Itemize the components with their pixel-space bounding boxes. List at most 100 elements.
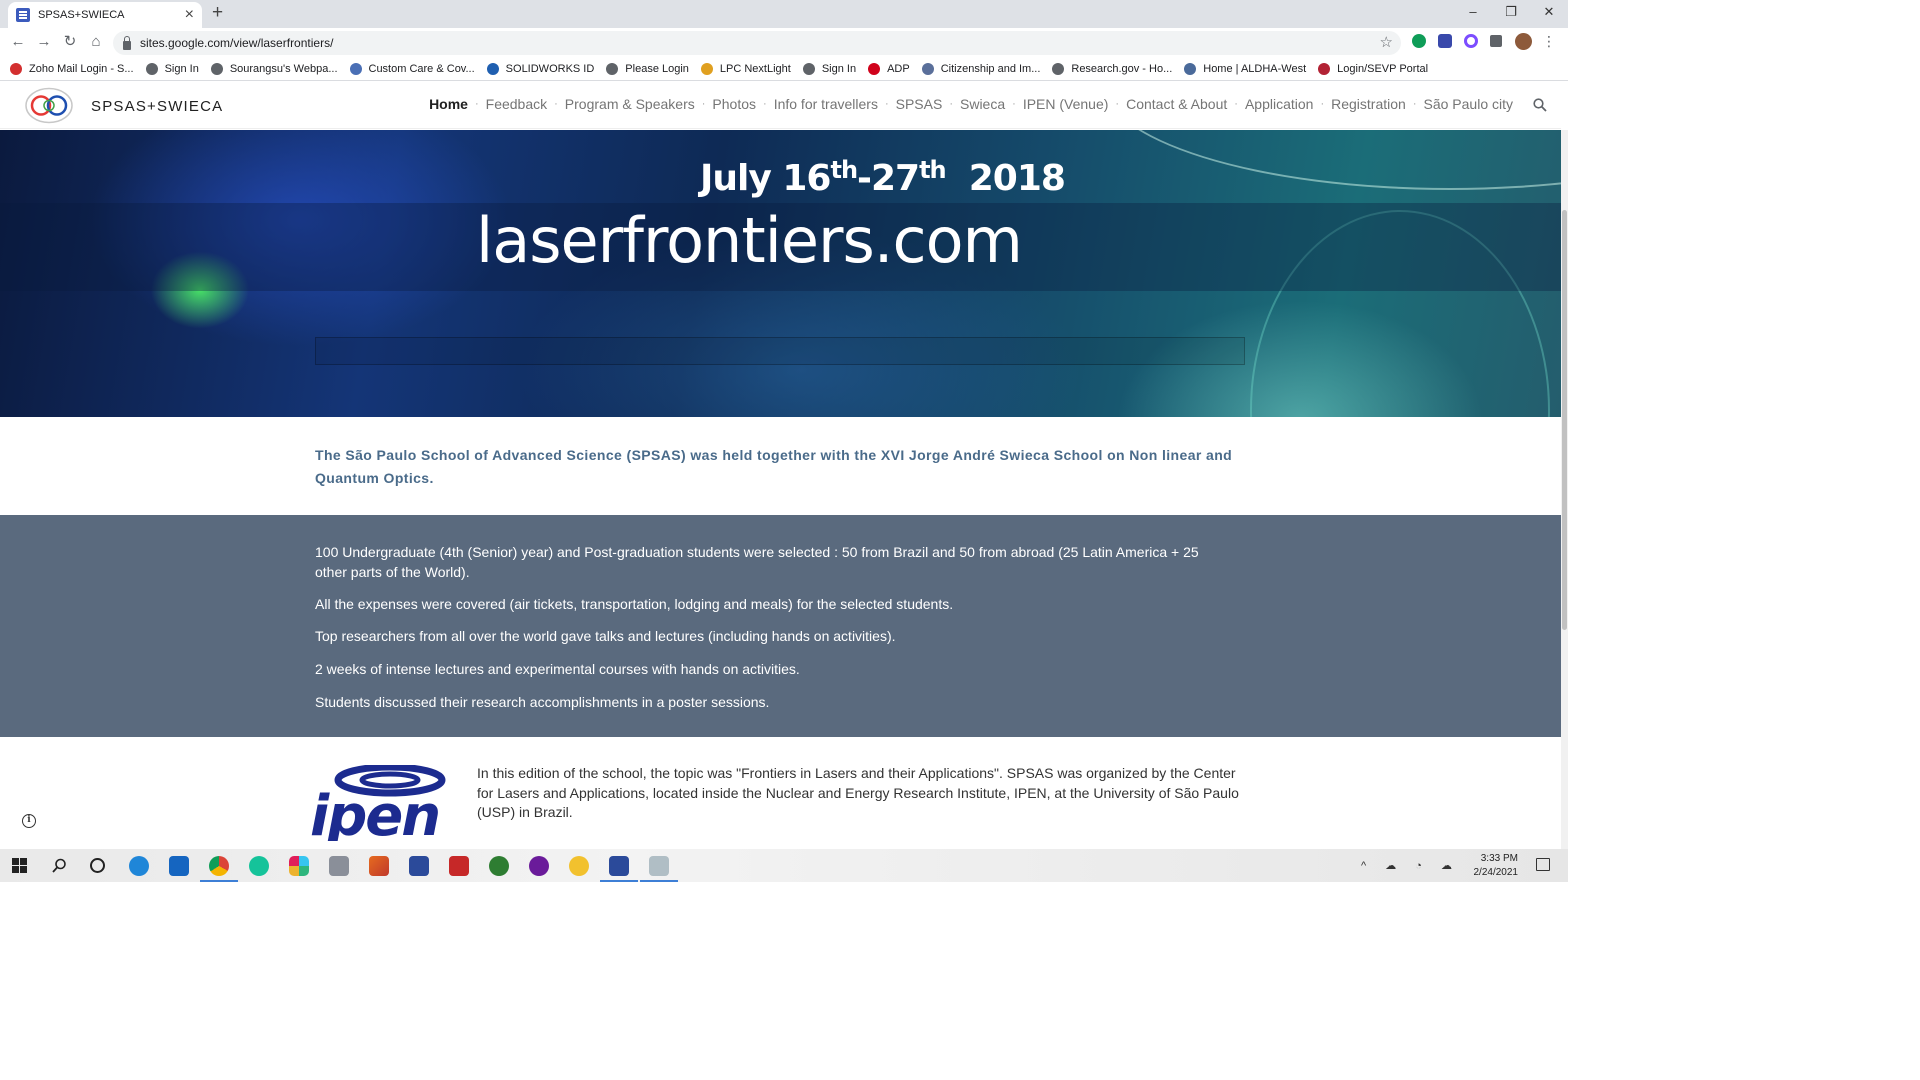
bookmark-item[interactable]: ADP bbox=[868, 62, 910, 75]
minimize-icon[interactable]: – bbox=[1454, 0, 1492, 28]
nav-item-home[interactable]: Home bbox=[429, 96, 468, 112]
info-icon[interactable]: i bbox=[22, 814, 36, 828]
bookmark-item[interactable]: Please Login bbox=[606, 62, 689, 75]
chrome-icon[interactable] bbox=[209, 856, 229, 876]
notification-center-icon[interactable] bbox=[1536, 858, 1550, 871]
fact-item: Top researchers from all over the world … bbox=[315, 628, 896, 644]
nav-item-swieca[interactable]: Swieca bbox=[960, 96, 1005, 112]
fact-item: 2 weeks of intense lectures and experime… bbox=[315, 661, 800, 677]
nav-item-info-for-travellers[interactable]: Info for travellers bbox=[774, 96, 878, 112]
nav-item-ipen-venue[interactable]: IPEN (Venue) bbox=[1023, 96, 1109, 112]
nav-item-registration[interactable]: Registration bbox=[1331, 96, 1406, 112]
nav-separator: · bbox=[884, 98, 889, 110]
bookmark-label: Sign In bbox=[164, 62, 199, 75]
code-app-2-icon[interactable] bbox=[609, 856, 629, 876]
nav-item-application[interactable]: Application bbox=[1245, 96, 1314, 112]
home-icon[interactable]: ⌂ bbox=[86, 32, 106, 52]
new-tab-button[interactable]: + bbox=[212, 3, 223, 23]
url-text[interactable]: sites.google.com/view/laserfrontiers/ bbox=[140, 36, 333, 50]
app-green-icon[interactable] bbox=[489, 856, 509, 876]
nav-item-program-speakers[interactable]: Program & Speakers bbox=[565, 96, 695, 112]
ipen-section: ipen In this edition of the school, the … bbox=[0, 737, 1561, 849]
window-close-icon[interactable]: ✕ bbox=[1530, 0, 1568, 28]
nav-separator: · bbox=[1320, 98, 1325, 110]
nav-separator: · bbox=[1012, 98, 1016, 110]
back-icon[interactable]: ← bbox=[8, 32, 28, 52]
nav-separator: · bbox=[1234, 98, 1238, 110]
nav-item-feedback[interactable]: Feedback bbox=[486, 96, 547, 112]
forward-icon[interactable]: → bbox=[34, 32, 54, 52]
reload-icon[interactable]: ↻ bbox=[60, 32, 80, 52]
mail-icon[interactable] bbox=[169, 856, 189, 876]
nav-item-s-o-paulo-city[interactable]: São Paulo city bbox=[1424, 96, 1514, 112]
bookmark-label: SOLIDWORKS ID bbox=[505, 62, 595, 75]
bookmark-item[interactable]: Sign In bbox=[145, 62, 199, 75]
extension-ring-icon[interactable] bbox=[1464, 34, 1478, 48]
system-tray-icons[interactable]: ^ ☁ ◔ ☁ bbox=[1361, 859, 1460, 872]
cortana-icon[interactable] bbox=[90, 858, 105, 873]
site-navigation: Home · Feedback · Program & Speakers · Photos ·… bbox=[429, 96, 1513, 112]
site-title[interactable]: SPSAS+SWIECA bbox=[91, 98, 223, 115]
nav-item-contact-about[interactable]: Contact & About bbox=[1126, 96, 1227, 112]
grammarly-icon[interactable] bbox=[249, 856, 269, 876]
edge-icon[interactable] bbox=[129, 856, 149, 876]
hero-empty-box bbox=[315, 337, 1245, 365]
windows-start-icon[interactable] bbox=[12, 858, 27, 873]
search-icon[interactable] bbox=[1533, 98, 1547, 112]
bookmark-item[interactable]: LPC NextLight bbox=[700, 62, 791, 75]
site-logo[interactable] bbox=[24, 87, 74, 124]
bookmark-favicon-icon bbox=[1184, 62, 1197, 75]
bookmark-item[interactable]: Custom Care & Cov... bbox=[349, 62, 475, 75]
bookmark-favicon-icon bbox=[700, 62, 713, 75]
profile-avatar[interactable] bbox=[1515, 33, 1532, 50]
browser-menu-icon[interactable]: ⋮ bbox=[1542, 33, 1556, 50]
bookmark-star-icon[interactable]: ☆ bbox=[1380, 33, 1393, 51]
bookmark-label: Custom Care & Cov... bbox=[368, 62, 475, 75]
bookmark-label: ADP bbox=[887, 62, 910, 75]
app-pen-icon[interactable] bbox=[649, 856, 669, 876]
lock-icon[interactable] bbox=[123, 35, 131, 50]
extension-screen-icon[interactable] bbox=[1438, 34, 1452, 48]
event-dates: July 16th-27th 2018 bbox=[700, 156, 1066, 199]
nav-separator: · bbox=[1412, 98, 1417, 110]
bookmark-label: Sign In bbox=[821, 62, 857, 75]
bookmark-item[interactable]: Citizenship and Im... bbox=[921, 62, 1041, 75]
bookmark-favicon-icon bbox=[868, 62, 881, 75]
bookmark-label: Research.gov - Ho... bbox=[1071, 62, 1173, 75]
code-app-icon[interactable] bbox=[409, 856, 429, 876]
nav-item-photos[interactable]: Photos bbox=[712, 96, 756, 112]
mendeley-icon[interactable] bbox=[449, 856, 469, 876]
bookmark-label: Citizenship and Im... bbox=[940, 62, 1041, 75]
app-purple-icon[interactable] bbox=[529, 856, 549, 876]
nav-item-spsas[interactable]: SPSAS bbox=[896, 96, 943, 112]
app-icon[interactable] bbox=[329, 856, 349, 876]
bookmark-item[interactable]: Research.gov - Ho... bbox=[1052, 62, 1173, 75]
site-header: SPSAS+SWIECA Home · Feedback · Program & Spe… bbox=[0, 82, 1561, 129]
restore-icon[interactable]: ❐ bbox=[1492, 0, 1530, 28]
bookmark-item[interactable]: Sourangsu's Webpa... bbox=[210, 62, 338, 75]
slack-icon[interactable] bbox=[289, 856, 309, 876]
taskbar-search-icon[interactable] bbox=[52, 858, 67, 873]
matlab-icon[interactable] bbox=[369, 856, 389, 876]
nav-separator: · bbox=[1115, 98, 1120, 110]
bookmark-item[interactable]: SOLIDWORKS ID bbox=[486, 62, 595, 75]
bookmark-label: LPC NextLight bbox=[719, 62, 791, 75]
extension-green-icon[interactable] bbox=[1412, 34, 1426, 48]
bookmark-favicon-icon bbox=[486, 62, 499, 75]
bookmark-item[interactable]: Sign In bbox=[802, 62, 857, 75]
intro-text: The São Paulo School of Advanced Science… bbox=[315, 447, 1233, 486]
scrollbar-thumb[interactable] bbox=[1562, 210, 1567, 630]
event-website: laserfrontiers.com bbox=[476, 204, 1023, 277]
browser-tab[interactable]: SPSAS+SWIECA × bbox=[8, 2, 202, 28]
bookmark-item[interactable]: Zoho Mail Login - S... bbox=[10, 62, 134, 75]
system-clock[interactable]: 3:33 PM 2/24/2021 bbox=[1474, 852, 1519, 880]
address-bar[interactable]: sites.google.com/view/laserfrontiers/ ☆ bbox=[113, 31, 1401, 55]
extensions-puzzle-icon[interactable] bbox=[1490, 35, 1502, 47]
bookmark-favicon-icon bbox=[802, 62, 815, 75]
close-tab-icon[interactable]: × bbox=[185, 7, 194, 23]
page-scrollbar[interactable] bbox=[1561, 130, 1568, 849]
app-yellow-icon[interactable] bbox=[569, 856, 589, 876]
bookmark-item[interactable]: Login/SEVP Portal bbox=[1318, 62, 1428, 75]
svg-text:ipen: ipen bbox=[310, 784, 439, 841]
bookmark-item[interactable]: Home | ALDHA-West bbox=[1184, 62, 1306, 75]
